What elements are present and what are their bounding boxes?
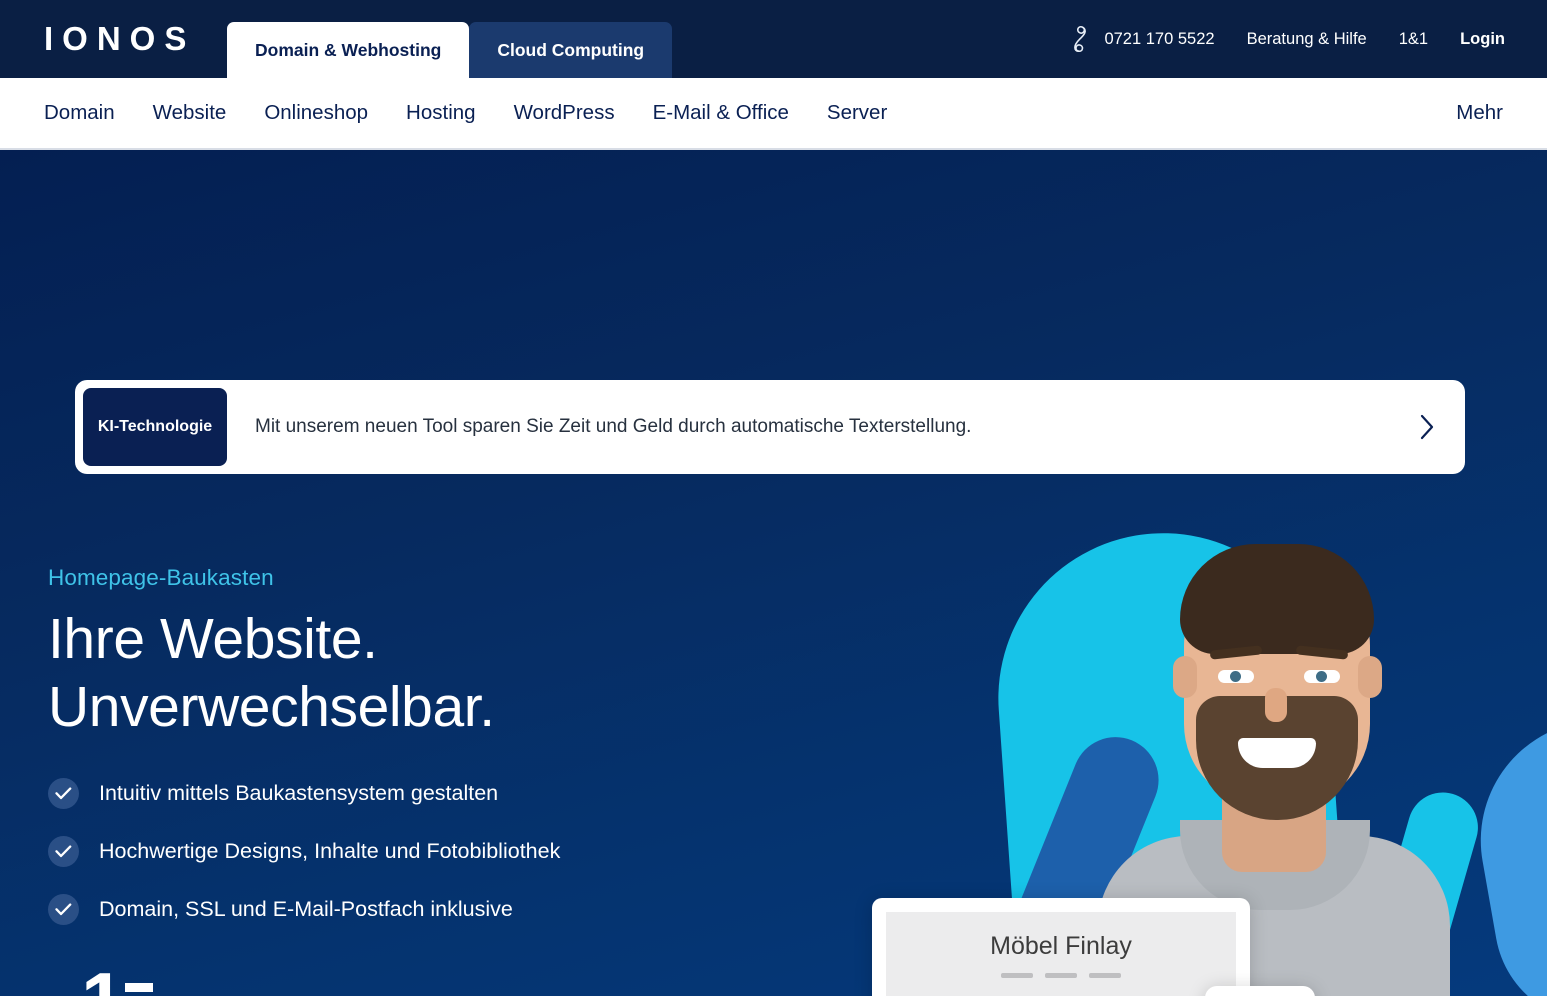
chevron-right-icon[interactable]: [1419, 414, 1435, 440]
hero-copy: Homepage-Baukasten Ihre Website. Unverwe…: [48, 565, 828, 996]
hero-headline-line1: Ihre Website.: [48, 607, 378, 671]
top-tab-group: Domain & Webhosting Cloud Computing: [227, 22, 673, 78]
price-amount-value: 1: [81, 956, 124, 996]
nav-item-server[interactable]: Server: [827, 101, 887, 125]
hero-headline: Ihre Website. Unverwechselbar.: [48, 605, 828, 742]
nav-placeholder-bar: [1089, 973, 1121, 978]
tab-domain-webhosting[interactable]: Domain & Webhosting: [227, 22, 470, 78]
link-1und1[interactable]: 1&1: [1399, 30, 1428, 49]
top-bar: IONOS Domain & Webhosting Cloud Computin…: [0, 0, 1547, 78]
top-utility-nav: 0721 170 5522 Beratung & Hilfe 1&1 Login: [1064, 0, 1505, 78]
feature-label: Intuitiv mittels Baukastensystem gestalt…: [99, 780, 499, 805]
feature-item: Domain, SSL und E-Mail-Postfach inklusiv…: [48, 893, 828, 925]
hero-eyebrow: Homepage-Baukasten: [48, 565, 274, 590]
link-beratung-hilfe[interactable]: Beratung & Hilfe: [1247, 30, 1367, 49]
feature-label: Hochwertige Designs, Inhalte und Fotobib…: [99, 838, 561, 863]
phone-handset-icon: [1064, 24, 1090, 54]
nav-item-website[interactable]: Website: [153, 101, 227, 125]
mockup-site-nav-placeholder: [886, 973, 1236, 978]
laptop-screen: Möbel Finlay: [886, 912, 1236, 996]
phone-number[interactable]: 0721 170 5522: [1104, 30, 1214, 49]
hero-headline-line2: Unverwechselbar.: [48, 675, 495, 740]
nav-item-wordpress[interactable]: WordPress: [514, 101, 615, 125]
feature-item: Hochwertige Designs, Inhalte und Fotobib…: [48, 835, 828, 867]
nav-item-email-office[interactable]: E-Mail & Office: [653, 101, 789, 125]
banner-text: Mit unserem neuen Tool sparen Sie Zeit u…: [255, 416, 972, 437]
feature-item: Intuitiv mittels Baukastensystem gestalt…: [48, 777, 828, 809]
ionos-logo[interactable]: IONOS: [44, 22, 195, 55]
nav-item-mehr[interactable]: Mehr: [1456, 101, 1503, 125]
tablet-mockup: Möbel Finlay: [1205, 986, 1315, 996]
main-nav-list: Domain Website Onlineshop Hosting WordPr…: [44, 101, 887, 125]
price-amount: 1 ,: [81, 961, 153, 996]
nav-item-hosting[interactable]: Hosting: [406, 101, 476, 125]
nav-placeholder-bar: [1045, 973, 1077, 978]
nav-placeholder-bar: [1001, 973, 1033, 978]
feature-label: Domain, SSL und E-Mail-Postfach inklusiv…: [99, 896, 513, 921]
link-login[interactable]: Login: [1460, 30, 1505, 49]
main-navigation: Domain Website Onlineshop Hosting WordPr…: [0, 78, 1547, 150]
laptop-mockup: Möbel Finlay: [872, 898, 1250, 996]
banner-badge-ki-technologie: KI-Technologie: [83, 388, 227, 466]
check-icon: [48, 893, 79, 925]
price-block: ab 1 , €/Mon.: [48, 961, 828, 996]
nav-item-onlineshop[interactable]: Onlineshop: [264, 101, 368, 125]
check-icon: [48, 777, 79, 809]
nav-item-domain[interactable]: Domain: [44, 101, 115, 125]
hero-section: KI-Technologie Mit unserem neuen Tool sp…: [0, 150, 1547, 996]
mockup-site-title: Möbel Finlay: [990, 932, 1132, 960]
check-icon: [48, 835, 79, 867]
feature-list: Intuitiv mittels Baukastensystem gestalt…: [48, 777, 828, 925]
tab-cloud-computing[interactable]: Cloud Computing: [469, 22, 673, 78]
promo-banner[interactable]: KI-Technologie Mit unserem neuen Tool sp…: [75, 380, 1465, 474]
